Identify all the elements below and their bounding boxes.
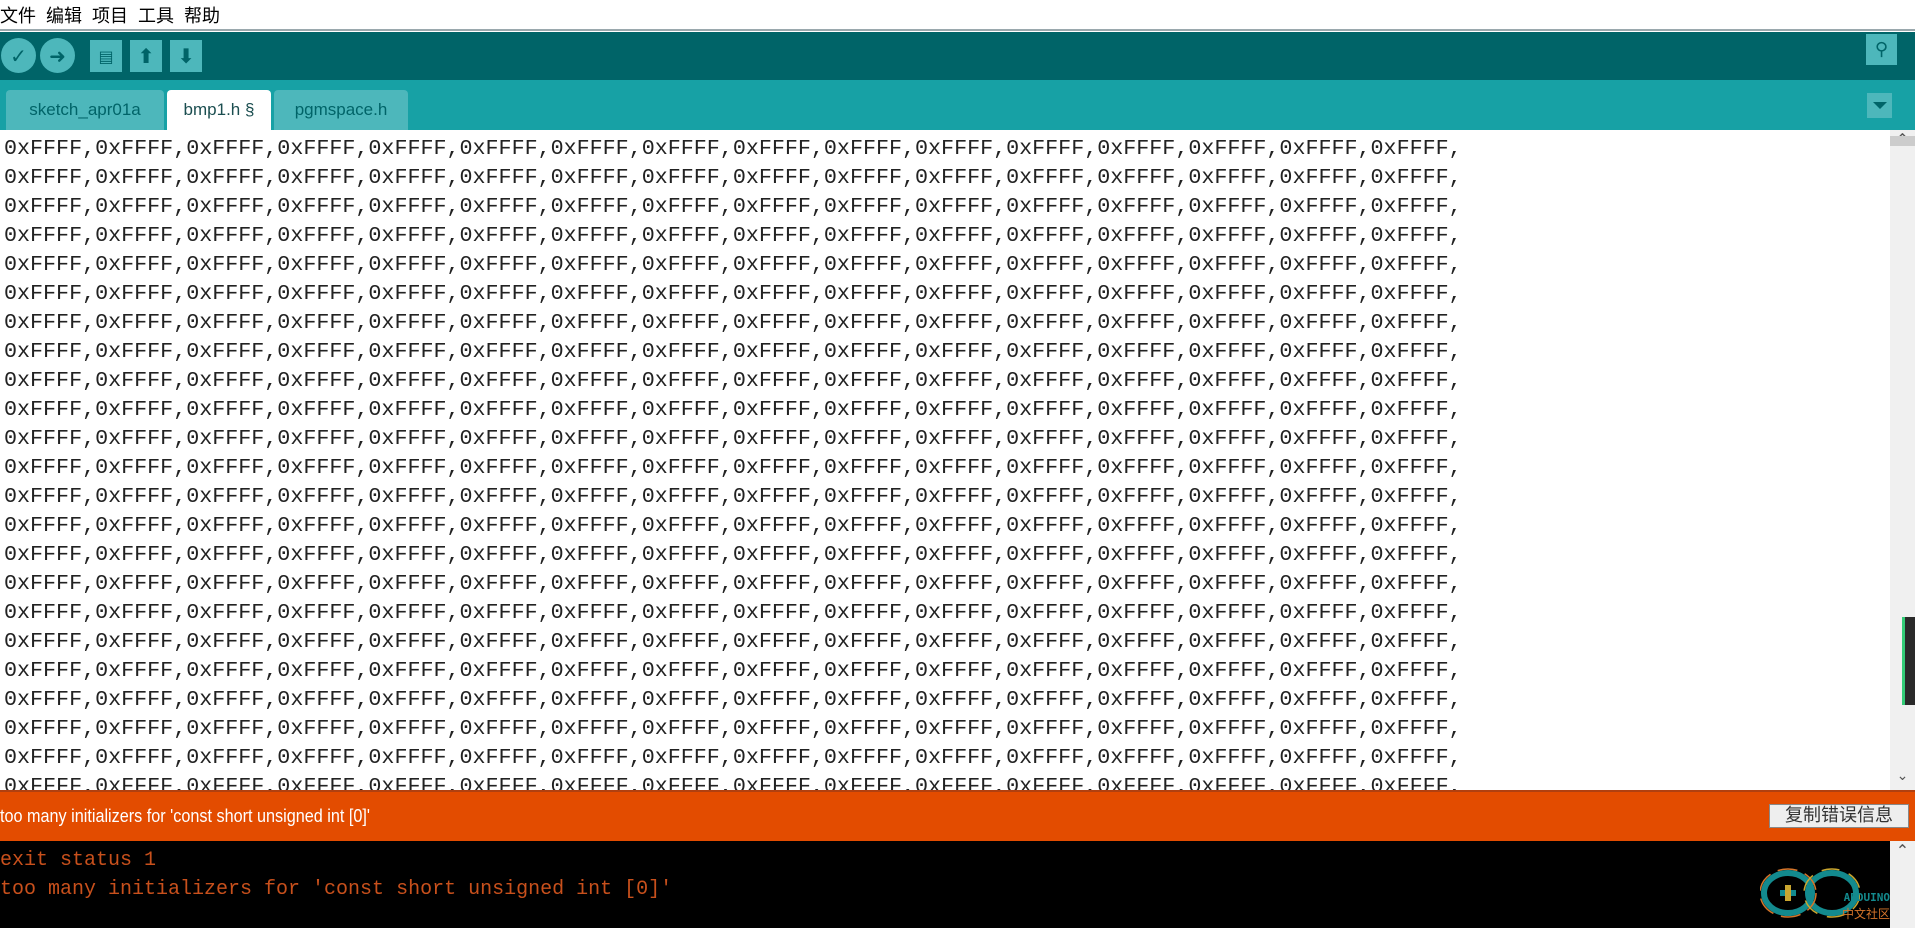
code-line: 0xFFFF,0xFFFF,0xFFFF,0xFFFF,0xFFFF,0xFFF… — [4, 745, 1462, 770]
arduino-logo-subtext: 中文社区 — [1841, 907, 1890, 921]
arduino-logo-text: ARDUINO — [1843, 891, 1890, 904]
copy-error-button[interactable]: 复制错误信息 — [1769, 804, 1909, 828]
verify-icon: ✓ — [10, 43, 27, 68]
code-line: 0xFFFF,0xFFFF,0xFFFF,0xFFFF,0xFFFF,0xFFF… — [4, 658, 1462, 683]
scroll-thumb[interactable] — [1890, 136, 1915, 146]
error-bar: too many initializers for 'const short u… — [0, 790, 1915, 841]
serial-monitor-button[interactable]: ⚲ — [1866, 34, 1897, 65]
code-line: 0xFFFF,0xFFFF,0xFFFF,0xFFFF,0xFFFF,0xFFF… — [4, 629, 1462, 654]
upload-icon: ➜ — [49, 43, 66, 68]
scroll-position-marker — [1902, 617, 1915, 705]
code-line: 0xFFFF,0xFFFF,0xFFFF,0xFFFF,0xFFFF,0xFFF… — [4, 223, 1462, 248]
code-line: 0xFFFF,0xFFFF,0xFFFF,0xFFFF,0xFFFF,0xFFF… — [4, 281, 1462, 306]
code-line: 0xFFFF,0xFFFF,0xFFFF,0xFFFF,0xFFFF,0xFFF… — [4, 774, 1462, 790]
upload-button[interactable]: ➜ — [40, 38, 75, 73]
code-line: 0xFFFF,0xFFFF,0xFFFF,0xFFFF,0xFFFF,0xFFF… — [4, 310, 1462, 335]
console-line: too many initializers for 'const short u… — [0, 878, 673, 901]
code-line: 0xFFFF,0xFFFF,0xFFFF,0xFFFF,0xFFFF,0xFFF… — [4, 397, 1462, 422]
menu-sketch[interactable]: 项目 — [92, 2, 128, 28]
code-line: 0xFFFF,0xFFFF,0xFFFF,0xFFFF,0xFFFF,0xFFF… — [4, 687, 1462, 712]
error-message: too many initializers for 'const short u… — [0, 806, 370, 826]
console-output: exit status 1 too many initializers for … — [0, 841, 1890, 928]
serial-monitor-icon: ⚲ — [1874, 39, 1889, 60]
open-icon: ⬆ — [137, 44, 155, 68]
scroll-up-icon[interactable]: ⌃ — [1890, 841, 1915, 863]
code-line: 0xFFFF,0xFFFF,0xFFFF,0xFFFF,0xFFFF,0xFFF… — [4, 252, 1462, 277]
toolbar: ✓ ➜ ▤ ⬆ ⬇ ⚲ — [0, 32, 1915, 80]
code-line: 0xFFFF,0xFFFF,0xFFFF,0xFFFF,0xFFFF,0xFFF… — [4, 455, 1462, 480]
editor-scrollbar[interactable]: ⌃ ⌄ — [1890, 130, 1915, 790]
open-button[interactable]: ⬆ — [130, 40, 162, 72]
scroll-down-icon[interactable]: ⌄ — [1890, 768, 1915, 790]
code-line: 0xFFFF,0xFFFF,0xFFFF,0xFFFF,0xFFFF,0xFFF… — [4, 571, 1462, 596]
code-line: 0xFFFF,0xFFFF,0xFFFF,0xFFFF,0xFFFF,0xFFF… — [4, 716, 1462, 741]
code-editor[interactable]: 0xFFFF,0xFFFF,0xFFFF,0xFFFF,0xFFFF,0xFFF… — [0, 130, 1890, 790]
tab-bar: sketch_apr01a bmp1.h § pgmspace.h — [0, 80, 1915, 130]
verify-button[interactable]: ✓ — [1, 38, 36, 73]
tab-menu-button[interactable] — [1867, 93, 1892, 118]
tab-pgmspace-h[interactable]: pgmspace.h — [274, 90, 408, 130]
menu-edit[interactable]: 编辑 — [46, 2, 82, 28]
save-icon: ⬇ — [177, 44, 195, 68]
console-line: exit status 1 — [0, 849, 157, 872]
tab-sketch-apr01a[interactable]: sketch_apr01a — [6, 90, 164, 130]
console-scrollbar[interactable]: ⌃ — [1890, 841, 1915, 928]
arduino-logo: ARDUINO 中文社区 — [1759, 863, 1890, 928]
code-line: 0xFFFF,0xFFFF,0xFFFF,0xFFFF,0xFFFF,0xFFF… — [4, 368, 1462, 393]
code-line: 0xFFFF,0xFFFF,0xFFFF,0xFFFF,0xFFFF,0xFFF… — [4, 165, 1462, 190]
code-line: 0xFFFF,0xFFFF,0xFFFF,0xFFFF,0xFFFF,0xFFF… — [4, 600, 1462, 625]
menu-help[interactable]: 帮助 — [184, 2, 220, 28]
code-line: 0xFFFF,0xFFFF,0xFFFF,0xFFFF,0xFFFF,0xFFF… — [4, 426, 1462, 451]
chevron-down-icon — [1872, 102, 1887, 109]
menu-bar: 文件 编辑 项目 工具 帮助 — [0, 0, 1915, 31]
new-button[interactable]: ▤ — [90, 40, 122, 72]
code-line: 0xFFFF,0xFFFF,0xFFFF,0xFFFF,0xFFFF,0xFFF… — [4, 194, 1462, 219]
tab-bmp1-h[interactable]: bmp1.h § — [167, 90, 271, 130]
menu-tools[interactable]: 工具 — [138, 2, 174, 28]
code-line: 0xFFFF,0xFFFF,0xFFFF,0xFFFF,0xFFFF,0xFFF… — [4, 542, 1462, 567]
menu-file[interactable]: 文件 — [0, 2, 36, 28]
code-line: 0xFFFF,0xFFFF,0xFFFF,0xFFFF,0xFFFF,0xFFF… — [4, 484, 1462, 509]
code-line: 0xFFFF,0xFFFF,0xFFFF,0xFFFF,0xFFFF,0xFFF… — [4, 136, 1462, 161]
new-icon: ▤ — [98, 46, 114, 66]
code-line: 0xFFFF,0xFFFF,0xFFFF,0xFFFF,0xFFFF,0xFFF… — [4, 339, 1462, 364]
save-button[interactable]: ⬇ — [170, 40, 202, 72]
code-line: 0xFFFF,0xFFFF,0xFFFF,0xFFFF,0xFFFF,0xFFF… — [4, 513, 1462, 538]
